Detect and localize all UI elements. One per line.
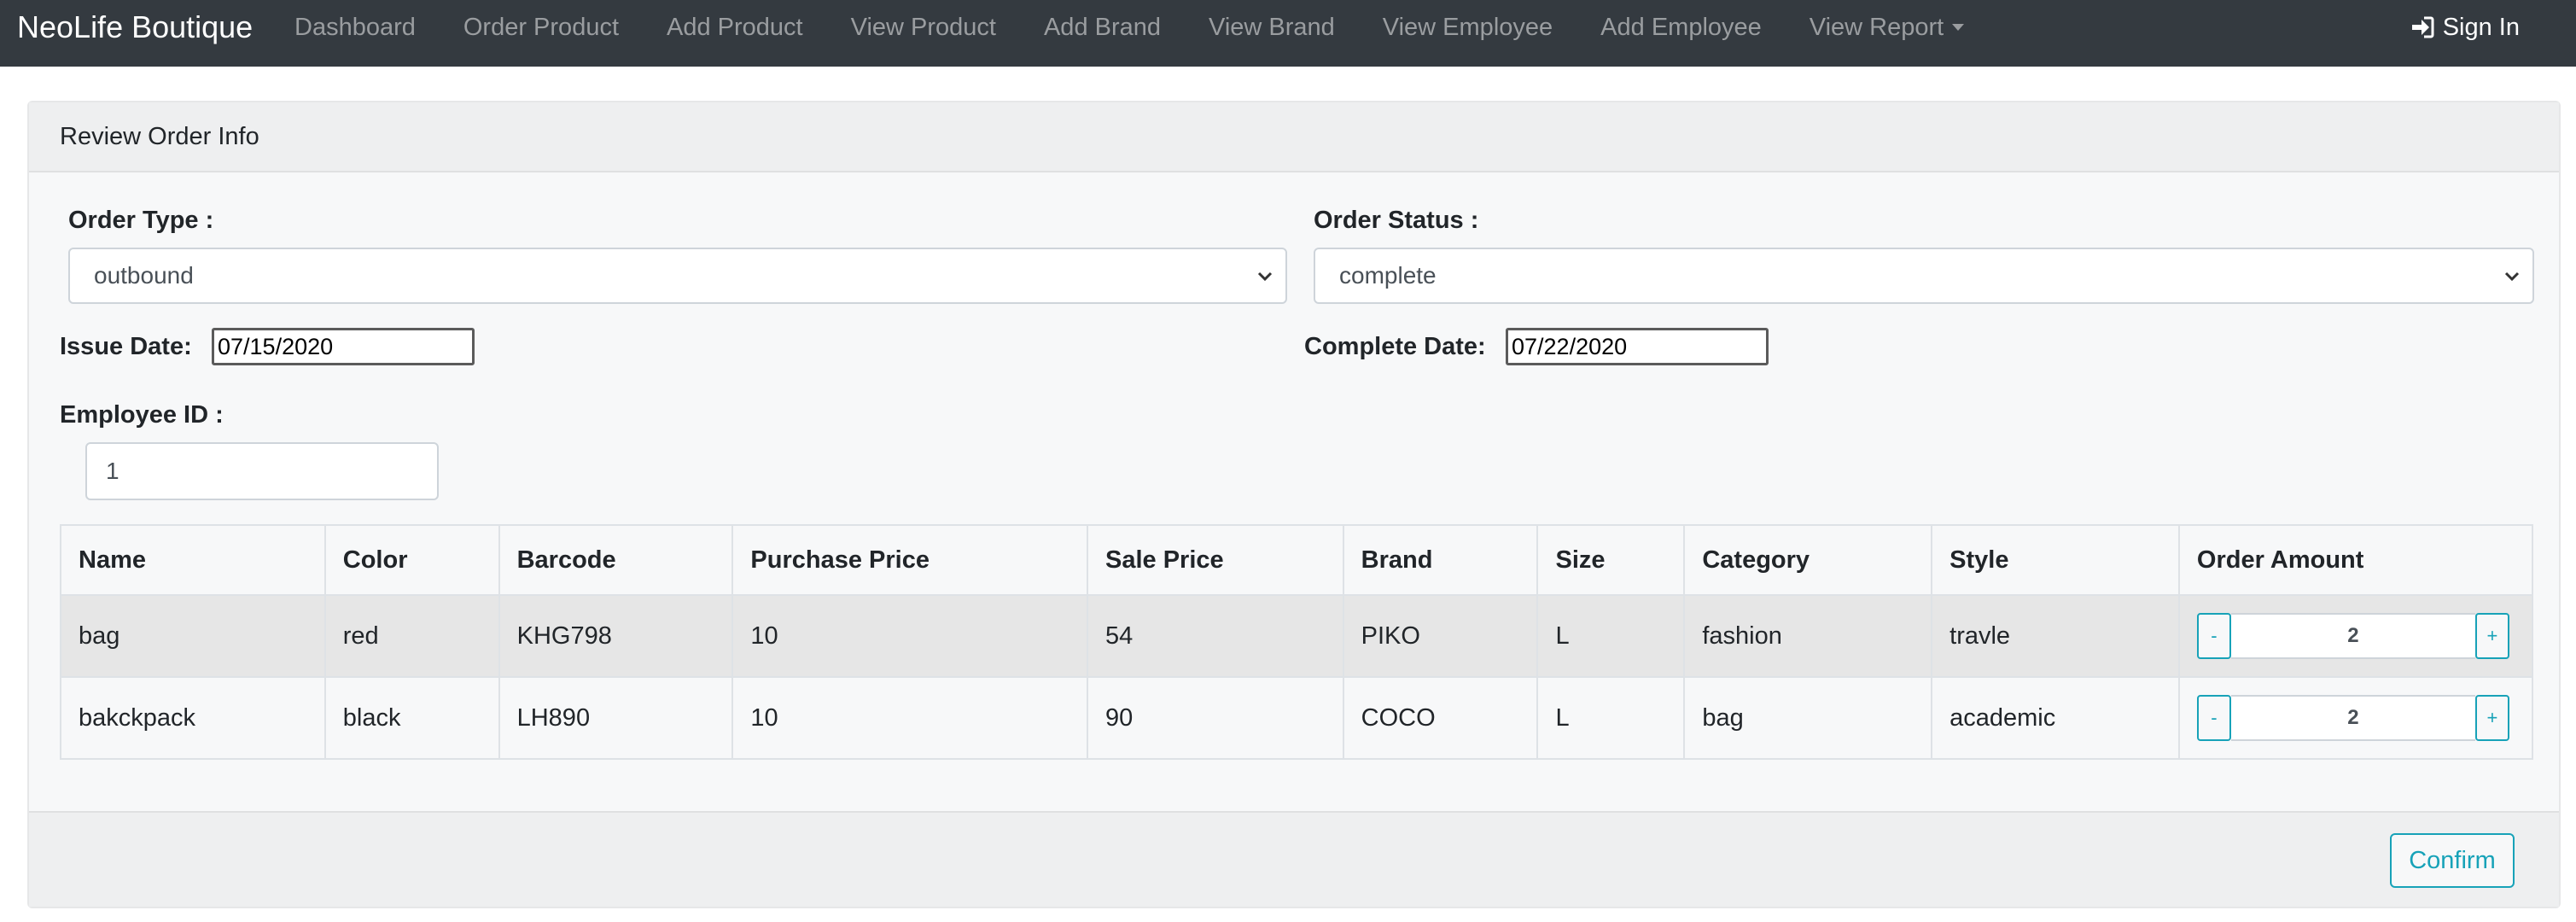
order-type-value: outbound [94, 262, 194, 289]
quantity-value[interactable]: 2 [2230, 695, 2475, 741]
employee-id-input[interactable]: 1 [85, 442, 439, 500]
cell-style: academic [1931, 676, 2180, 760]
col-header-color: Color [323, 524, 500, 596]
cell-size: L [1536, 594, 1686, 678]
cell-purchase-price: 10 [731, 676, 1088, 760]
cell-brand: COCO [1342, 676, 1539, 760]
order-status-select[interactable]: complete [1314, 248, 2534, 304]
quantity-value[interactable]: 2 [2230, 613, 2475, 659]
nav-add-brand[interactable]: Add Brand [1044, 14, 1161, 42]
order-type-label: Order Type : [68, 207, 214, 234]
complete-date-label: Complete Date: [1304, 333, 1486, 360]
card-header: Review Order Info [29, 102, 2559, 172]
order-status-value: complete [1339, 262, 1437, 289]
nav-view-brand[interactable]: View Brand [1209, 14, 1335, 42]
issue-date-label: Issue Date: [60, 333, 192, 360]
col-header-order-amount: Order Amount [2177, 524, 2534, 596]
cell-brand: PIKO [1342, 594, 1539, 678]
table-row: bakckpack black LH890 10 90 COCO L bag a… [60, 676, 2534, 760]
cell-style: travle [1931, 594, 2180, 678]
cell-category: bag [1683, 676, 1933, 760]
chevron-down-icon [2504, 271, 2520, 282]
cell-color: black [323, 676, 500, 760]
decrement-button[interactable]: - [2196, 695, 2231, 741]
review-order-card: Review Order Info Order Type : outbound … [27, 101, 2561, 908]
card-footer: Confirm [29, 811, 2559, 907]
sign-in-link[interactable]: Sign In [2410, 0, 2520, 55]
confirm-button[interactable]: Confirm [2390, 833, 2515, 888]
col-header-sale-price: Sale Price [1086, 524, 1344, 596]
col-header-name: Name [60, 524, 326, 596]
cell-sale-price: 54 [1086, 594, 1344, 678]
table-header-row: Name Color Barcode Purchase Price Sale P… [60, 524, 2534, 596]
nav-links: Dashboard Order Product Add Product View… [294, 0, 2012, 55]
cell-order-amount: - 2 + [2177, 676, 2534, 760]
col-header-brand: Brand [1342, 524, 1539, 596]
order-items-table: Name Color Barcode Purchase Price Sale P… [60, 524, 2534, 760]
table-row: bag red KHG798 10 54 PIKO L fashion trav… [60, 594, 2534, 678]
nav-view-report-dropdown[interactable]: View Report [1810, 14, 1964, 42]
cell-sale-price: 90 [1086, 676, 1344, 760]
nav-add-employee[interactable]: Add Employee [1600, 14, 1762, 42]
cell-barcode: KHG798 [498, 594, 734, 678]
decrement-button[interactable]: - [2196, 613, 2231, 659]
order-status-label: Order Status : [1314, 207, 1479, 234]
nav-dashboard[interactable]: Dashboard [294, 14, 416, 42]
top-navbar: NeoLife Boutique Dashboard Order Product… [0, 0, 2576, 67]
cell-purchase-price: 10 [731, 594, 1088, 678]
chevron-down-icon [1257, 271, 1273, 282]
quantity-stepper: - 2 + [2196, 695, 2509, 741]
order-type-select[interactable]: outbound [68, 248, 1287, 304]
cell-color: red [323, 594, 500, 678]
quantity-stepper: - 2 + [2196, 613, 2509, 659]
issue-date-input[interactable]: 07/15/2020 [212, 328, 475, 365]
nav-add-product[interactable]: Add Product [667, 14, 803, 42]
nav-view-employee[interactable]: View Employee [1383, 14, 1553, 42]
brand-logo[interactable]: NeoLife Boutique [17, 0, 253, 55]
nav-view-product[interactable]: View Product [851, 14, 996, 42]
card-title: Review Order Info [60, 122, 259, 150]
complete-date-input[interactable]: 07/22/2020 [1506, 328, 1769, 365]
cell-order-amount: - 2 + [2177, 594, 2534, 678]
sign-in-icon [2411, 16, 2434, 38]
col-header-style: Style [1931, 524, 2180, 596]
increment-button[interactable]: + [2474, 695, 2509, 741]
cell-size: L [1536, 676, 1686, 760]
sign-in-label: Sign In [2442, 13, 2520, 41]
employee-id-label: Employee ID : [60, 401, 224, 429]
cell-category: fashion [1683, 594, 1933, 678]
cell-barcode: LH890 [498, 676, 734, 760]
increment-button[interactable]: + [2474, 613, 2509, 659]
cell-name: bakckpack [60, 676, 326, 760]
col-header-purchase-price: Purchase Price [731, 524, 1088, 596]
col-header-category: Category [1683, 524, 1933, 596]
col-header-size: Size [1536, 524, 1686, 596]
cell-name: bag [60, 594, 326, 678]
col-header-barcode: Barcode [498, 524, 734, 596]
nav-order-product[interactable]: Order Product [463, 14, 619, 42]
